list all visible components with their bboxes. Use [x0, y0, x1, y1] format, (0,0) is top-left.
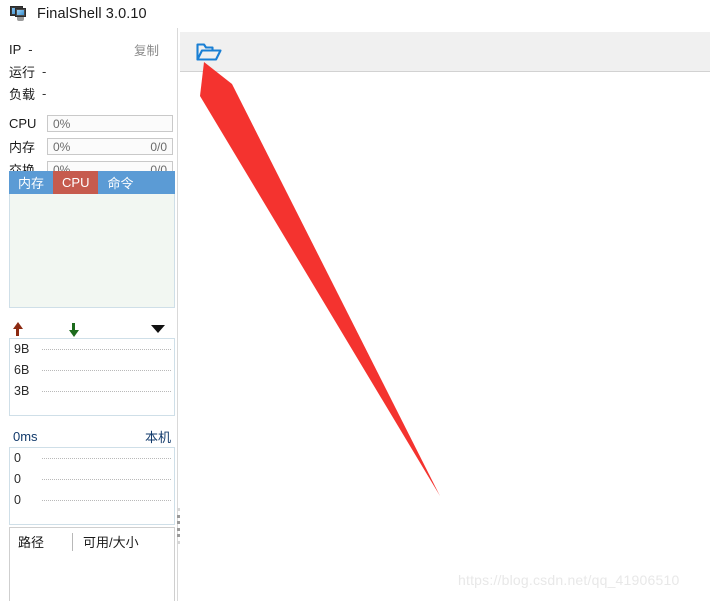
network-graph-ylabel-2: 6B: [14, 363, 30, 377]
ping-latency-label: 0ms: [13, 428, 38, 444]
network-graph-ylabel-1: 9B: [14, 342, 30, 356]
tab-content-panel: [9, 194, 175, 308]
info-label-uptime: 运行: [9, 64, 36, 80]
ping-graph-gridline-1: [42, 458, 171, 460]
tab-memory[interactable]: 内存: [9, 171, 53, 194]
network-graph-header: [9, 320, 175, 338]
file-manager-content-area[interactable]: [180, 72, 710, 601]
info-value-uptime: -: [42, 63, 47, 79]
monitor-icon-screen-front: [15, 8, 26, 17]
title-bar: FinalShell 3.0.10: [0, 0, 710, 28]
watermark-text: https://blog.csdn.net/qq_41906510: [458, 572, 680, 588]
info-label-ip: IP: [9, 41, 22, 57]
arrow-down-icon: [67, 322, 80, 337]
ping-graph-gridline-3: [42, 500, 171, 502]
monitor-icon-stand: [17, 17, 24, 21]
sidebar-tab-bar: 内存 CPU 命令: [9, 171, 175, 194]
ping-graph-ylabel-2: 0: [14, 472, 21, 486]
ping-graph-ylabel-1: 0: [14, 451, 21, 465]
tab-cpu[interactable]: CPU: [53, 171, 99, 194]
info-value-ip: -: [28, 41, 33, 57]
network-graph-gridline-1: [42, 349, 171, 351]
main-toolbar: [180, 32, 710, 72]
ping-graph-gridline-2: [42, 479, 171, 481]
metric-row-cpu: CPU 0%: [0, 113, 177, 134]
disk-column-path[interactable]: 路径: [10, 532, 72, 551]
metric-bar-memory: 0% 0/0: [47, 138, 173, 155]
network-graph-gridline-2: [42, 370, 171, 372]
arrow-up-icon: [11, 321, 24, 337]
monitor-icon: [9, 6, 27, 22]
ping-latency-graph: 0 0 0: [9, 447, 175, 525]
info-row-uptime: 运行 -: [0, 60, 177, 82]
info-label-load: 负载: [9, 86, 36, 102]
disk-table-header: 路径 可用/大小: [10, 528, 174, 555]
ping-host-label: 本机: [144, 429, 171, 445]
metric-fraction-memory: 0/0: [150, 139, 167, 154]
disk-column-available-size[interactable]: 可用/大小: [73, 532, 139, 551]
ping-graph-ylabel-3: 0: [14, 493, 21, 507]
open-folder-button[interactable]: [192, 37, 226, 67]
network-graph-ylabel-3: 3B: [14, 384, 30, 398]
window-title: FinalShell 3.0.10: [37, 6, 147, 22]
metric-percent-cpu: 0%: [53, 116, 71, 131]
metric-bar-cpu: 0%: [47, 115, 173, 132]
metric-percent-memory: 0%: [53, 139, 71, 154]
ping-graph-header: 0ms 本机: [9, 427, 175, 445]
copy-ip-link[interactable]: 复制: [134, 40, 159, 59]
tab-command[interactable]: 命令: [98, 171, 142, 194]
open-folder-icon: [196, 42, 222, 61]
caret-down-icon[interactable]: [151, 325, 165, 333]
metric-label-cpu: CPU: [9, 116, 37, 131]
metric-label-memory: 内存: [9, 140, 36, 155]
info-row-load: 负载 -: [0, 82, 177, 104]
metric-row-memory: 内存 0% 0/0: [0, 136, 177, 157]
network-graph-gridline-3: [42, 391, 171, 393]
info-row-ip: IP - 复制: [0, 38, 177, 60]
disk-usage-table: 路径 可用/大小: [9, 527, 175, 601]
network-traffic-graph: 9B 6B 3B: [9, 338, 175, 416]
info-value-load: -: [42, 85, 47, 101]
